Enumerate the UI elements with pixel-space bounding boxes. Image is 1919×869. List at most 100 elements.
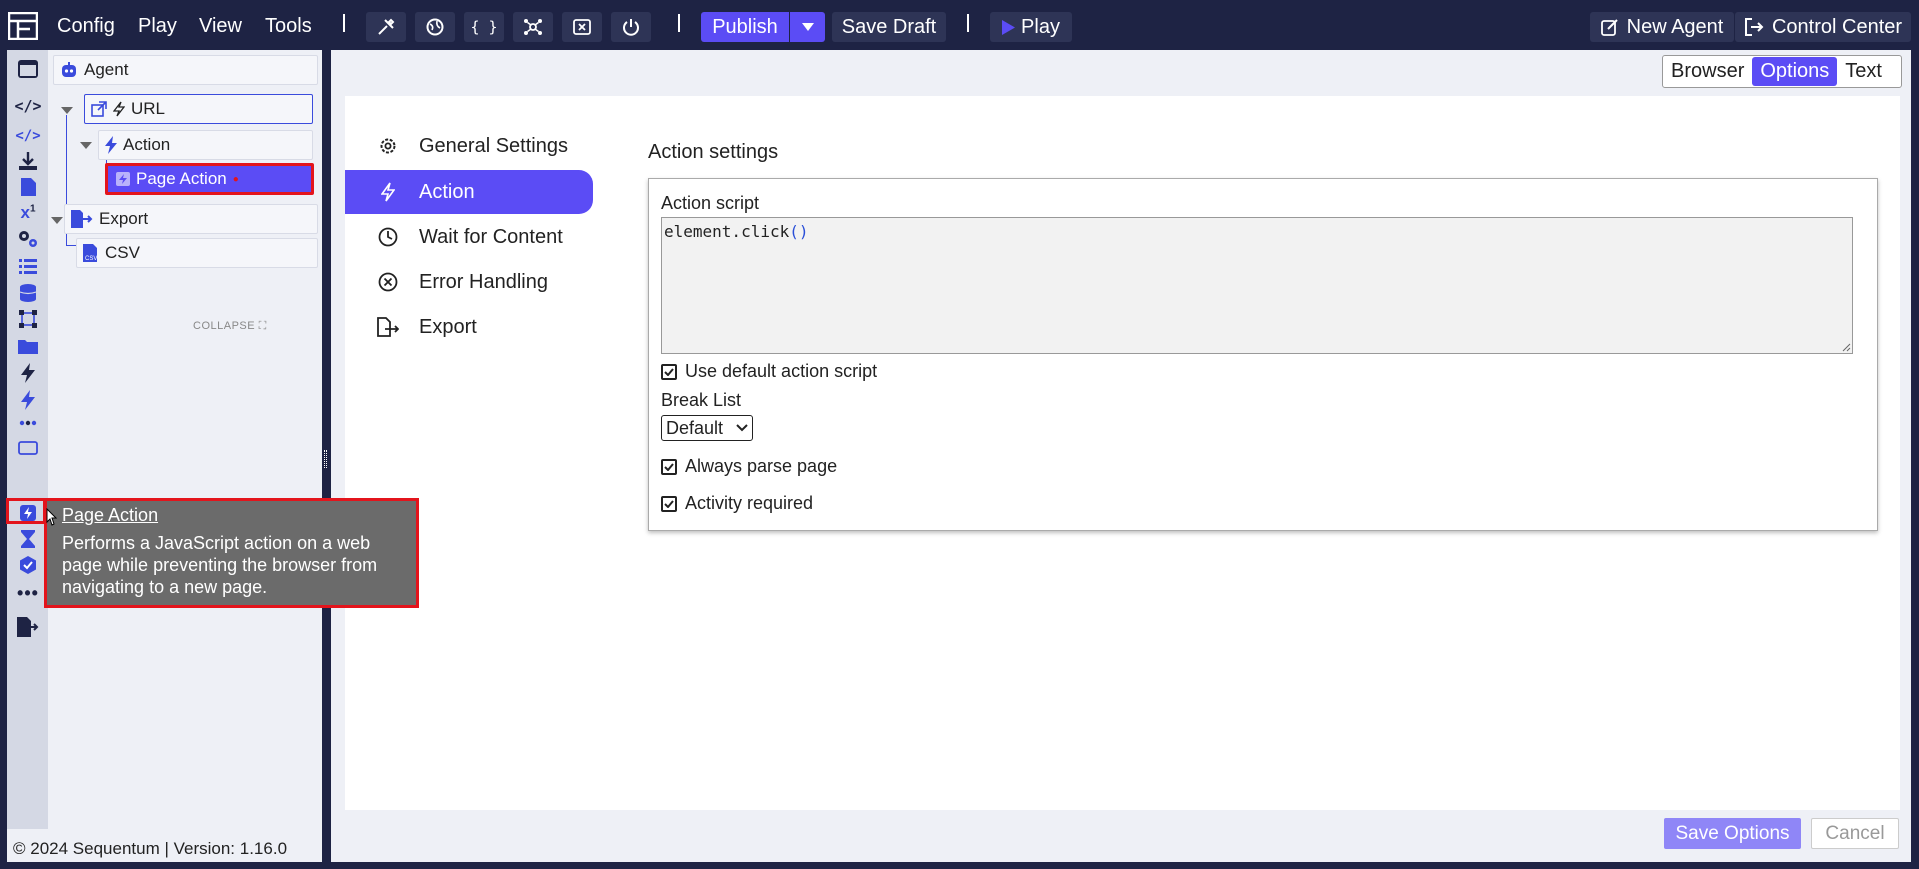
browser-window-icon[interactable] xyxy=(16,58,40,80)
resize-grip-icon[interactable] xyxy=(1841,342,1851,352)
code-tag-blue-icon[interactable]: </> xyxy=(15,125,40,147)
external-link-icon xyxy=(91,101,107,117)
play-icon xyxy=(1002,19,1016,35)
code-tag-icon[interactable]: </> xyxy=(14,95,41,117)
hourglass-icon[interactable] xyxy=(16,528,40,550)
clear-icon[interactable] xyxy=(562,12,602,42)
database-icon[interactable] xyxy=(16,282,40,304)
footer: © 2024 Sequentum | Version: 1.16.0 xyxy=(7,829,322,862)
script-parens: () xyxy=(789,222,809,241)
page-action-icon xyxy=(116,172,130,186)
panel-splitter[interactable] xyxy=(322,50,331,860)
always-parse-page-checkbox[interactable]: Always parse page xyxy=(661,456,837,477)
expand-caret-icon[interactable] xyxy=(80,142,92,149)
drag-handle-icon[interactable] xyxy=(324,450,327,468)
menu-tools[interactable]: Tools xyxy=(265,15,312,38)
command-rail: </> </> x1 ••• xyxy=(7,50,48,858)
list-icon[interactable] xyxy=(16,255,40,277)
tab-browser[interactable]: Browser xyxy=(1663,57,1752,86)
input-box-icon[interactable] xyxy=(16,437,40,459)
top-bar: Config Play View Tools { } Publish Save … xyxy=(0,0,1919,52)
tree-node-page-action[interactable]: Page Action ● xyxy=(105,163,314,195)
globe-icon[interactable] xyxy=(415,12,455,42)
variable-icon[interactable]: x1 xyxy=(16,202,40,224)
nav-general-settings[interactable]: General Settings xyxy=(345,124,593,168)
menu-play[interactable]: Play xyxy=(138,15,177,38)
save-draft-button[interactable]: Save Draft xyxy=(832,12,946,42)
checkbox-checked-icon xyxy=(661,363,677,380)
tree-node-url-label: URL xyxy=(131,99,166,118)
publish-dropdown-button[interactable] xyxy=(790,12,825,42)
action-script-editor[interactable]: element.click() xyxy=(661,217,1853,354)
bolt-icon xyxy=(105,136,117,154)
main-area: Browser Options Text General Settings Ac… xyxy=(331,50,1911,862)
document-icon[interactable] xyxy=(16,176,40,198)
tree-node-action[interactable]: Action xyxy=(98,130,313,160)
new-agent-button[interactable]: New Agent xyxy=(1590,12,1734,42)
collapse-button[interactable]: COLLAPSE ⛶ xyxy=(193,320,267,333)
cancel-button[interactable]: Cancel xyxy=(1811,818,1899,849)
publish-button[interactable]: Publish xyxy=(701,12,789,42)
tools-icon[interactable] xyxy=(366,12,406,42)
tree-node-csv-label: CSV xyxy=(105,243,140,262)
export-file-icon xyxy=(71,210,93,228)
bolt-icon[interactable] xyxy=(16,362,40,384)
settings-gears-icon[interactable] xyxy=(16,228,40,250)
play-button[interactable]: Play xyxy=(990,12,1072,42)
menu-config[interactable]: Config xyxy=(57,15,115,38)
more-icon[interactable]: ••• xyxy=(16,582,40,604)
control-center-button[interactable]: Control Center xyxy=(1735,12,1911,42)
tree-node-agent[interactable]: Agent xyxy=(53,55,318,85)
nav-wait-for-content-label: Wait for Content xyxy=(419,225,563,248)
break-list-value: Default xyxy=(666,417,724,438)
activity-required-checkbox[interactable]: Activity required xyxy=(661,493,813,514)
dots-connect-icon[interactable] xyxy=(16,412,40,434)
action-script-label: Action script xyxy=(661,193,760,213)
nav-action-label: Action xyxy=(419,180,475,203)
bolt-blue-icon[interactable] xyxy=(16,389,40,411)
nav-export[interactable]: Export xyxy=(345,305,593,349)
download-icon[interactable] xyxy=(16,150,40,172)
tab-text[interactable]: Text xyxy=(1837,57,1890,86)
tree-node-action-label: Action xyxy=(123,135,171,154)
control-center-label: Control Center xyxy=(1771,15,1903,38)
expand-caret-icon[interactable] xyxy=(61,107,73,114)
toolbar-divider xyxy=(343,14,345,32)
export-file-icon[interactable] xyxy=(16,616,40,638)
app-logo-icon[interactable] xyxy=(8,12,38,40)
vector-square-icon[interactable] xyxy=(16,308,40,330)
folder-icon[interactable] xyxy=(16,335,40,357)
required-dot-icon: ● xyxy=(232,173,239,185)
network-icon[interactable] xyxy=(513,12,553,42)
check-badge-icon[interactable] xyxy=(16,554,40,576)
break-list-select[interactable]: Default xyxy=(661,415,753,441)
nav-action[interactable]: Action xyxy=(345,170,593,214)
edit-icon xyxy=(1600,19,1618,36)
nav-wait-for-content[interactable]: Wait for Content xyxy=(345,215,593,259)
power-icon[interactable] xyxy=(611,12,651,42)
page-action-tooltip: Page Action Performs a JavaScript action… xyxy=(44,498,419,608)
tree-node-url[interactable]: URL xyxy=(84,94,313,124)
braces-icon[interactable]: { } xyxy=(464,12,504,42)
tree-node-export[interactable]: Export xyxy=(64,204,318,234)
use-default-script-checkbox[interactable]: Use default action script xyxy=(661,361,877,382)
always-parse-page-label: Always parse page xyxy=(685,456,838,476)
clock-icon xyxy=(377,227,399,247)
tree-node-export-label: Export xyxy=(99,209,149,228)
use-default-script-label: Use default action script xyxy=(685,361,878,381)
options-content: General Settings Action Wait for Content… xyxy=(345,96,1900,810)
script-code: element.click xyxy=(664,222,790,241)
chevron-down-icon xyxy=(736,424,748,432)
save-options-button[interactable]: Save Options xyxy=(1664,818,1801,849)
nav-error-handling-label: Error Handling xyxy=(419,270,548,293)
menu-view[interactable]: View xyxy=(199,15,242,38)
bolt-outline-icon xyxy=(113,101,125,117)
expand-arrows-icon: ⛶ xyxy=(258,320,267,332)
tab-options[interactable]: Options xyxy=(1752,57,1838,86)
nav-error-handling[interactable]: Error Handling xyxy=(345,260,593,304)
expand-caret-icon[interactable] xyxy=(51,217,63,224)
nav-general-settings-label: General Settings xyxy=(419,134,568,157)
gear-icon xyxy=(377,136,399,156)
mouse-cursor-icon xyxy=(46,508,58,526)
tree-node-csv[interactable]: CSV CSV xyxy=(76,238,318,268)
